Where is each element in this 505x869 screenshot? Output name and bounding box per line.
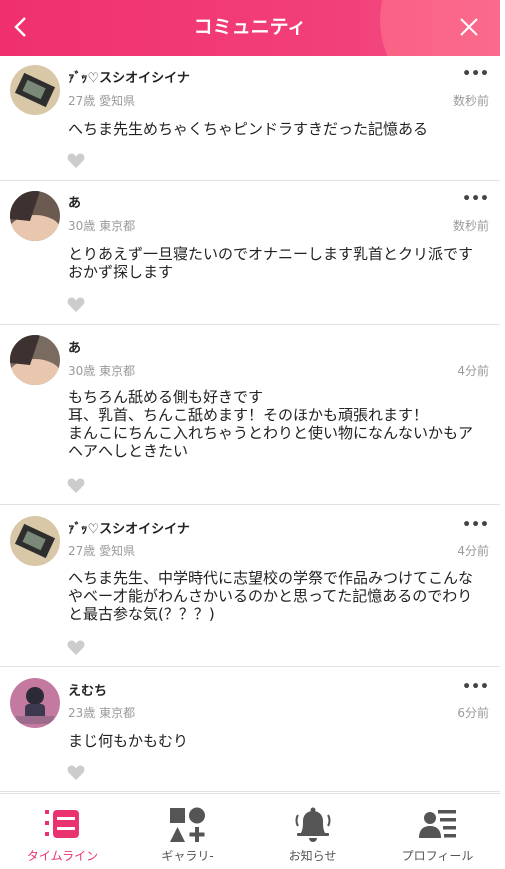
- tab-label: ギャラリ-: [161, 849, 214, 863]
- avatar[interactable]: [10, 678, 60, 728]
- post-body: まじ何もかもむり: [68, 732, 189, 750]
- username[interactable]: あ: [68, 337, 81, 356]
- post-time: 6分前: [457, 706, 489, 720]
- heart-icon[interactable]: [67, 153, 85, 169]
- timeline-feed: ｧﾞｯ♡スシオイシイナ 27歳 愛知県 ••• 数秒前 へちま先生めちゃくちゃピ…: [0, 56, 500, 792]
- post-body: へちま先生、中学時代に志望校の学祭で作品みつけてこんな やベー才能がわんさかいる…: [68, 569, 474, 623]
- post-item[interactable]: ｧﾞｯ♡スシオイシイナ 27歳 愛知県 ••• 4分前 へちま先生、中学時代に志…: [0, 505, 500, 667]
- bottom-tab-bar: タイムライン ギャラリ- お知らせ プロフィール: [0, 793, 500, 869]
- post-time: 数秒前: [452, 219, 489, 233]
- avatar[interactable]: [10, 65, 60, 115]
- user-meta: 30歳 東京都: [68, 364, 136, 378]
- heart-icon[interactable]: [67, 297, 85, 313]
- page-title: コミュニティ: [193, 16, 307, 38]
- user-meta: 27歳 愛知県: [68, 544, 136, 558]
- post-body: とりあえず一旦寝たいのでオナニーします乳首とクリ派です おかず探します: [68, 245, 474, 281]
- tab-notifications[interactable]: お知らせ: [250, 794, 375, 869]
- more-options-icon[interactable]: •••: [462, 517, 489, 533]
- gallery-icon: [169, 807, 205, 842]
- username[interactable]: えむち: [68, 680, 107, 699]
- tab-profile[interactable]: プロフィール: [375, 794, 500, 869]
- post-item[interactable]: ｧﾞｯ♡スシオイシイナ 27歳 愛知県 ••• 数秒前 へちま先生めちゃくちゃピ…: [0, 56, 500, 181]
- tab-timeline[interactable]: タイムライン: [0, 794, 125, 869]
- username[interactable]: ｧﾞｯ♡スシオイシイナ: [68, 518, 190, 537]
- tab-label: お知らせ: [288, 849, 337, 863]
- post-item[interactable]: あ 30歳 東京都 ••• 数秒前 とりあえず一旦寝たいのでオナニーします乳首と…: [0, 181, 500, 325]
- tab-label: タイムライン: [26, 849, 99, 863]
- bell-icon: [295, 807, 330, 842]
- post-time: 数秒前: [452, 94, 489, 108]
- more-options-icon[interactable]: •••: [462, 66, 489, 82]
- profile-icon: [418, 810, 456, 838]
- heart-icon[interactable]: [67, 765, 85, 781]
- tab-gallery[interactable]: ギャラリ-: [125, 794, 250, 869]
- avatar[interactable]: [10, 516, 60, 566]
- username[interactable]: あ: [68, 192, 81, 211]
- post-body: へちま先生めちゃくちゃピンドラすきだった記憶ある: [68, 120, 429, 138]
- user-meta: 23歳 東京都: [68, 706, 136, 720]
- post-item[interactable]: えむち 23歳 東京都 ••• 6分前 まじ何もかもむり: [0, 667, 500, 792]
- app-header: コミュニティ: [0, 0, 500, 56]
- more-options-icon[interactable]: •••: [462, 679, 489, 695]
- post-item[interactable]: あ 30歳 東京都 4分前 もちろん舐める側も好きです 耳、乳首、ちんこ舐めます…: [0, 325, 500, 505]
- heart-icon[interactable]: [67, 640, 85, 656]
- more-options-icon[interactable]: •••: [462, 191, 489, 207]
- avatar[interactable]: [10, 191, 60, 241]
- user-meta: 30歳 東京都: [68, 219, 136, 233]
- post-time: 4分前: [457, 364, 489, 378]
- username[interactable]: ｧﾞｯ♡スシオイシイナ: [68, 67, 190, 86]
- close-icon[interactable]: [456, 14, 482, 40]
- timeline-icon: [44, 810, 79, 838]
- post-time: 4分前: [457, 544, 489, 558]
- avatar[interactable]: [10, 335, 60, 385]
- user-meta: 27歳 愛知県: [68, 94, 136, 108]
- tab-label: プロフィール: [401, 849, 474, 863]
- heart-icon[interactable]: [67, 478, 85, 494]
- post-body: もちろん舐める側も好きです 耳、乳首、ちんこ舐めます！そのほかも頑張れます！ ま…: [68, 388, 474, 460]
